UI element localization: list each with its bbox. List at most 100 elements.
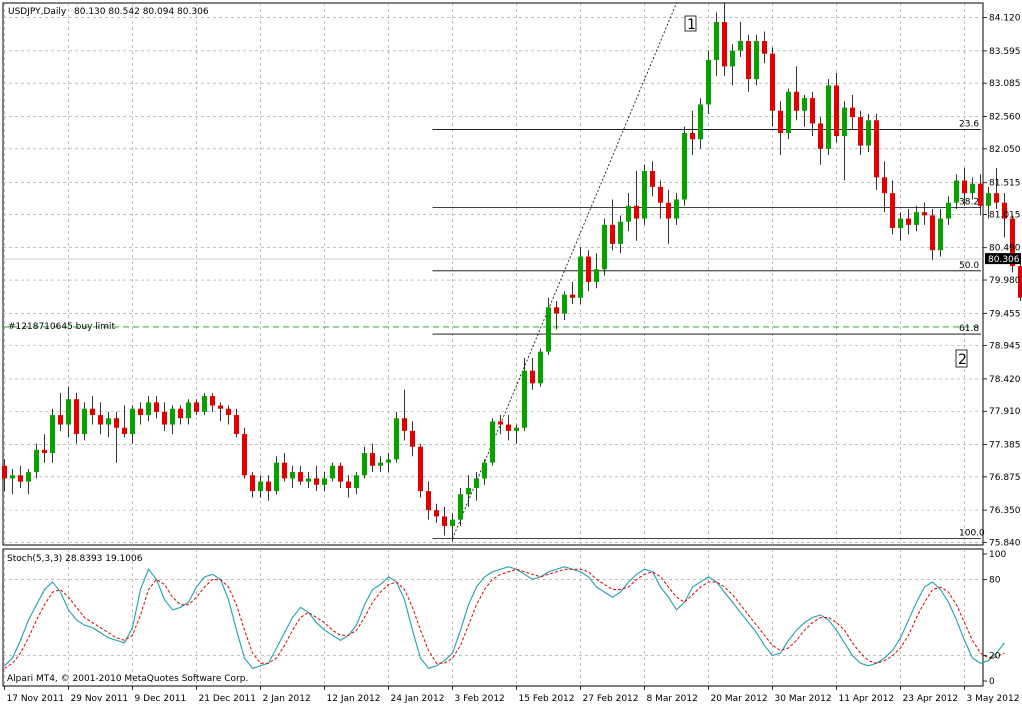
candle-body <box>698 104 703 140</box>
candle-body <box>602 224 607 270</box>
candle-body <box>650 170 655 187</box>
candle-body <box>586 256 591 282</box>
price-tick-label: 79.455 <box>989 309 1021 319</box>
candle-body <box>314 478 319 485</box>
candle-body <box>122 427 127 435</box>
chart-header-ohlc: 80.130 80.542 80.094 80.306 <box>74 7 209 17</box>
candle-body <box>274 462 279 492</box>
candle-body <box>778 110 783 133</box>
candle-body <box>266 481 271 492</box>
price-tick-label: 77.385 <box>989 441 1021 451</box>
candle-body <box>962 180 967 194</box>
price-tick-label: 83.085 <box>989 79 1021 89</box>
candle-body <box>330 465 335 479</box>
candle-body <box>770 53 775 111</box>
candle-body <box>18 475 23 482</box>
candle-body <box>874 120 879 178</box>
candle-body <box>426 491 431 511</box>
price-tick-label: 76.350 <box>989 506 1021 516</box>
candle-body <box>186 402 191 419</box>
fib-level-label: 61.8 <box>959 324 979 334</box>
candle-body <box>210 396 215 406</box>
candle-body <box>378 462 383 466</box>
price-tick-label: 79.980 <box>989 276 1021 286</box>
candle-body <box>866 120 871 146</box>
wave-label-1: 1 <box>684 15 697 33</box>
candle-body <box>818 123 823 149</box>
stoch-axis: 100 80 20 0 <box>983 550 1006 687</box>
candle-body <box>690 132 695 140</box>
candle-body <box>162 411 167 425</box>
candle-body <box>362 453 367 476</box>
candle-body <box>338 465 343 482</box>
price-pane[interactable] <box>2 2 984 546</box>
candle-body <box>258 481 263 492</box>
price-tick-label: 82.560 <box>989 112 1021 122</box>
candle-body <box>346 481 351 488</box>
price-tick-label: 77.910 <box>989 407 1021 417</box>
stoch-pane[interactable] <box>2 548 984 687</box>
candle-body <box>890 193 895 229</box>
candle-body <box>450 519 455 526</box>
candle-body <box>50 415 55 454</box>
candle-body <box>546 307 551 352</box>
candle-body <box>218 405 223 409</box>
candle-body <box>394 418 399 460</box>
svg-text:2: 2 <box>958 352 967 368</box>
candle-body <box>682 132 687 200</box>
candle-body <box>610 224 615 244</box>
candle-body <box>34 449 39 473</box>
candle-body <box>978 183 983 206</box>
candle-body <box>914 212 919 225</box>
candle-body <box>130 408 135 435</box>
candle-body <box>482 462 487 479</box>
stoch-tick-label: 80 <box>989 575 1001 585</box>
candle-body <box>562 294 567 314</box>
candle-body <box>10 475 15 479</box>
copyright-text: Alpari MT4, © 2001-2010 MetaQuotes Softw… <box>7 674 248 684</box>
candle-body <box>250 475 255 492</box>
price-tick-label: 82.050 <box>989 145 1021 155</box>
candle-body <box>826 85 831 149</box>
price-tick-label: 81.015 <box>989 210 1021 220</box>
chart-canvas[interactable]: 0.0 23.6 38.2 50.0 61.8 100.0 84.120 83.595 83.… <box>0 0 1022 705</box>
candle-body <box>306 478 311 482</box>
candle-body <box>970 183 975 194</box>
date-axis: 17 Nov 2011 29 Nov 2011 9 Dec 2011 21 Dec 2… <box>4 686 1020 704</box>
candle-body <box>506 424 511 431</box>
candle-body <box>74 399 79 435</box>
candle-body <box>322 478 327 485</box>
candle-body <box>554 307 559 314</box>
chart-header-symbol: USDJPY,Daily <box>8 7 67 17</box>
candle-body <box>898 218 903 229</box>
price-tick-label: 84.120 <box>989 14 1021 24</box>
candle-body <box>762 41 767 54</box>
price-tick-label: 81.515 <box>989 179 1021 189</box>
candle-body <box>986 193 991 206</box>
price-tick-label: 80.490 <box>989 244 1021 254</box>
stoch-title: Stoch(5,3,3) 28.8393 19.1006 <box>7 554 143 564</box>
candle-body <box>490 421 495 463</box>
candle-body <box>226 408 231 416</box>
date-tick-label: 3 May 2012 <box>967 694 1020 704</box>
date-tick-label: 3 Feb 2012 <box>455 694 505 704</box>
candle-body <box>810 98 815 124</box>
candle-body <box>786 91 791 133</box>
candle-body <box>530 370 535 384</box>
candle-body <box>714 22 719 61</box>
candle-body <box>882 177 887 194</box>
candle-body <box>498 421 503 425</box>
candle-body <box>634 205 639 219</box>
candle-body <box>626 205 631 222</box>
fib-level-label: 38.2 <box>959 198 979 208</box>
candle-body <box>242 434 247 476</box>
candle-body <box>98 415 103 425</box>
price-axis: 84.120 83.595 83.085 82.560 82.050 81.515 81.0… <box>983 14 1021 548</box>
date-tick-label: 8 Mar 2012 <box>647 694 698 704</box>
candle-body <box>658 186 663 203</box>
candle-body <box>146 402 151 416</box>
price-tick-label: 76.875 <box>989 473 1021 483</box>
date-tick-label: 9 Dec 2011 <box>135 694 187 704</box>
fib-level-label: 0.0 <box>959 0 974 3</box>
candle-body <box>26 472 31 482</box>
